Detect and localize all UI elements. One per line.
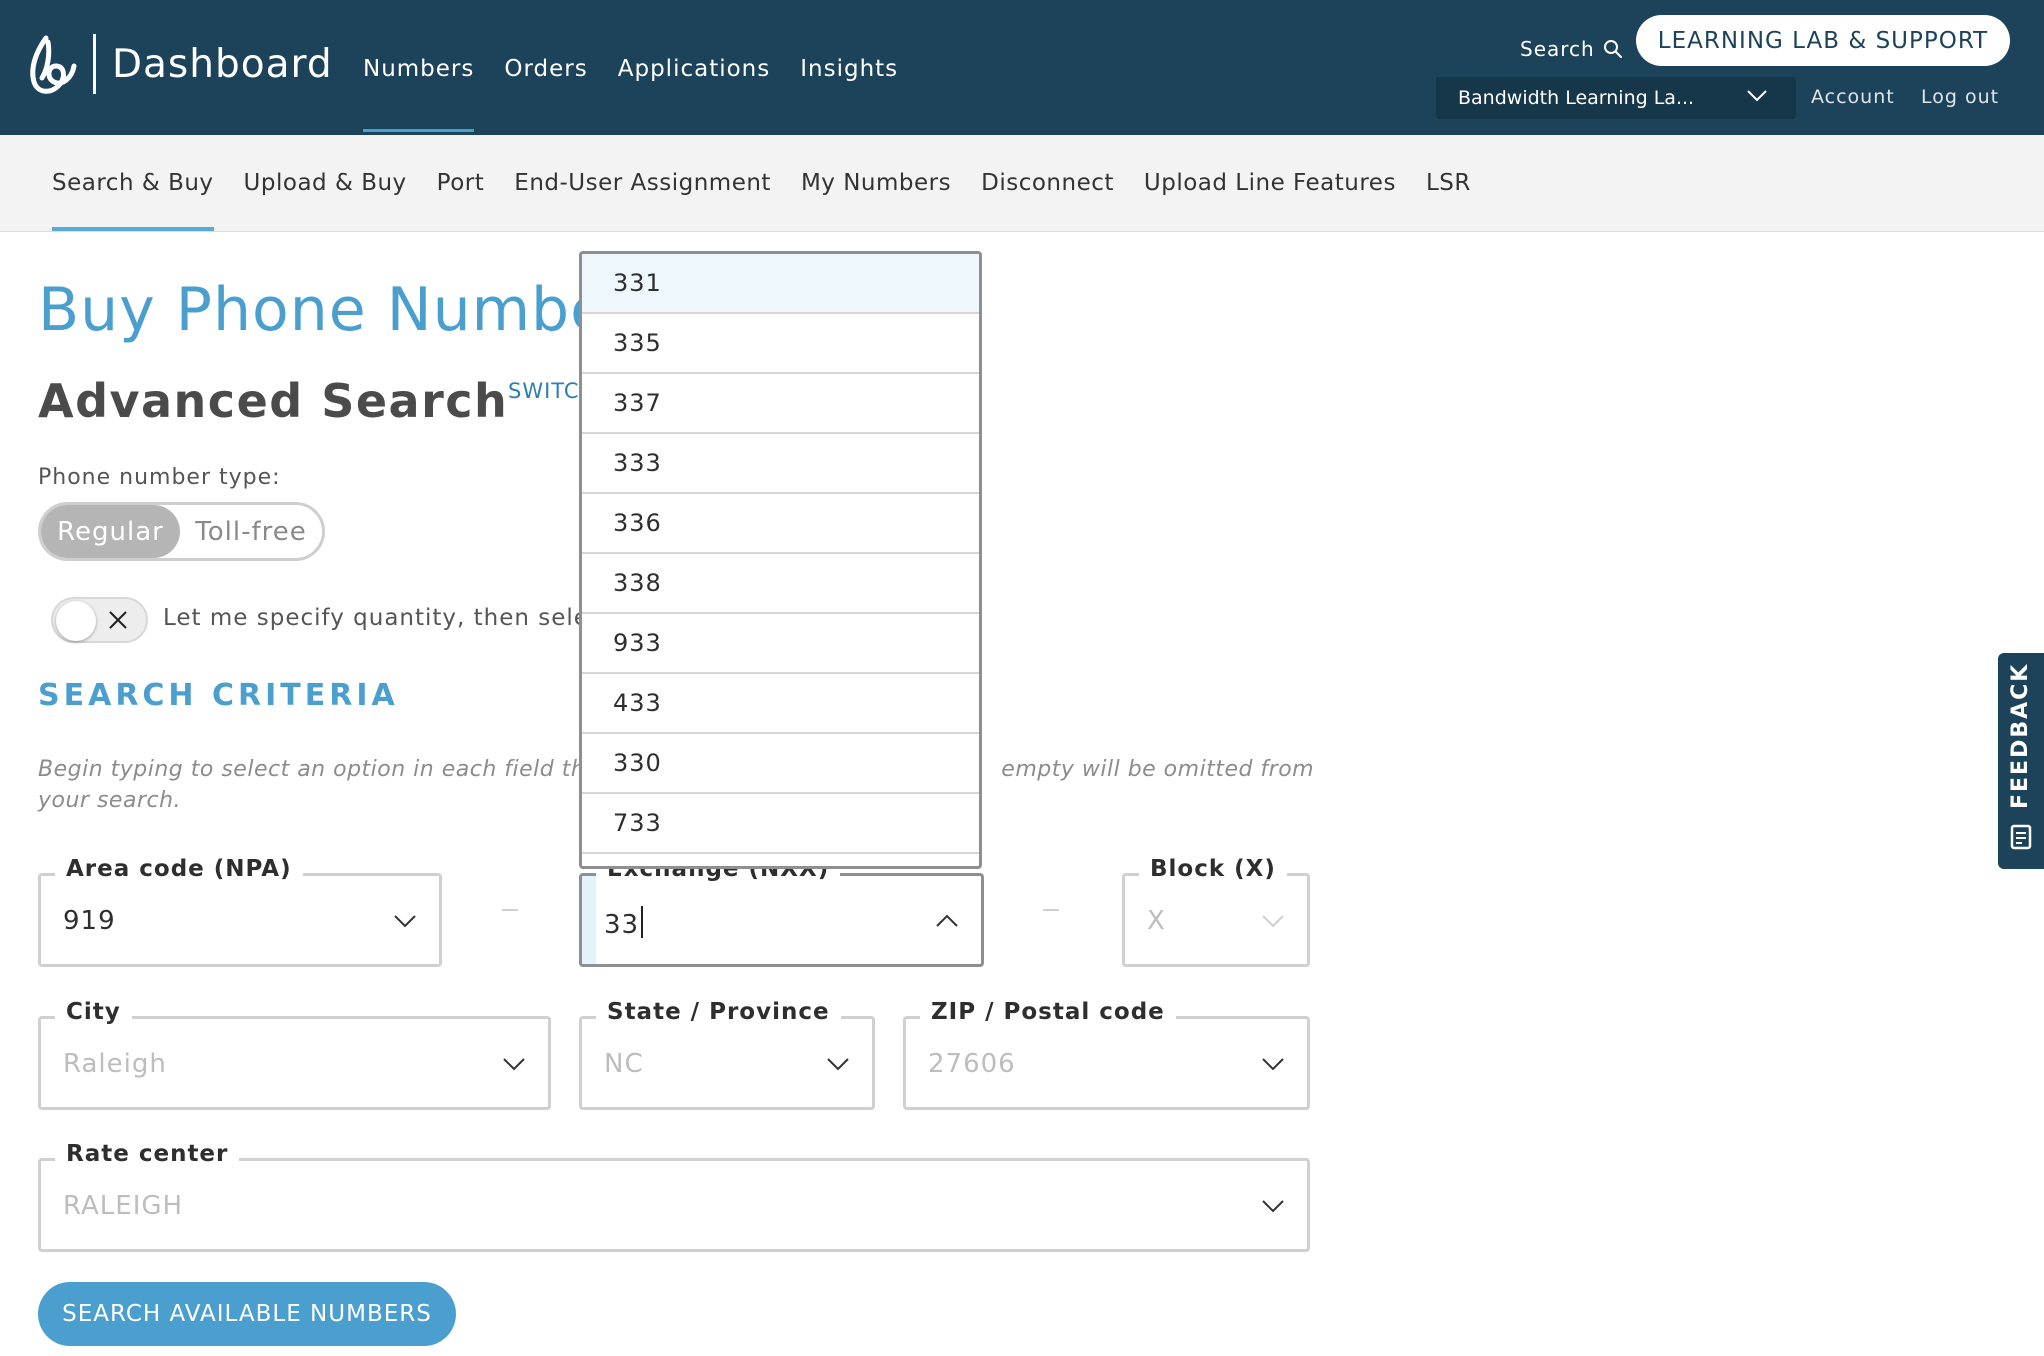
zip-label: ZIP / Postal code xyxy=(920,999,1176,1025)
dropdown-option[interactable]: 335 xyxy=(582,314,979,374)
chevron-down-icon xyxy=(1747,90,1767,102)
dropdown-option[interactable]: 337 xyxy=(582,374,979,434)
feedback-label: FEEDBACK xyxy=(2008,662,2033,809)
chevron-down-icon xyxy=(1262,1058,1284,1071)
area-code-field[interactable]: Area code (NPA) 919 xyxy=(38,856,442,967)
chevron-down-icon xyxy=(827,1058,849,1071)
subnav-disconnect[interactable]: Disconnect xyxy=(981,170,1114,196)
area-code-value: 919 xyxy=(63,906,116,936)
zip-placeholder: 27606 xyxy=(928,1049,1016,1079)
zip-field[interactable]: ZIP / Postal code 27606 xyxy=(903,999,1310,1110)
subnav-search-buy[interactable]: Search & Buy xyxy=(52,170,214,231)
account-selector[interactable]: Bandwidth Learning La... xyxy=(1436,77,1796,119)
top-header: Dashboard Numbers Orders Applications In… xyxy=(0,0,2044,135)
phone-type-toggle: Regular Toll-free xyxy=(38,502,325,561)
block-field[interactable]: Block (X) X xyxy=(1122,856,1310,967)
nav-numbers[interactable]: Numbers xyxy=(363,56,475,132)
state-placeholder: NC xyxy=(604,1049,644,1079)
area-code-label: Area code (NPA) xyxy=(55,856,303,882)
chevron-down-icon xyxy=(503,1058,525,1071)
page-title: Buy Phone Number xyxy=(38,275,634,345)
app-title[interactable]: Dashboard xyxy=(112,42,333,87)
learning-lab-support-button[interactable]: LEARNING LAB & SUPPORT xyxy=(1636,15,2010,66)
close-icon xyxy=(109,611,127,629)
block-label: Block (X) xyxy=(1139,856,1287,882)
chevron-up-icon xyxy=(936,914,958,927)
phone-type-label: Phone number type: xyxy=(38,465,281,490)
dropdown-option[interactable]: 333 xyxy=(582,434,979,494)
search-criteria-heading: SEARCH CRITERIA xyxy=(38,678,399,713)
dropdown-option[interactable]: 433 xyxy=(582,674,979,734)
logout-link[interactable]: Log out xyxy=(1921,86,1999,108)
account-selector-label: Bandwidth Learning La... xyxy=(1458,87,1695,109)
feedback-icon xyxy=(2010,824,2032,850)
focus-strip xyxy=(582,876,596,964)
text-caret xyxy=(641,906,644,938)
subnav-upload-line-features[interactable]: Upload Line Features xyxy=(1144,170,1396,196)
search-icon xyxy=(1603,40,1622,58)
exchange-dropdown-list: 331 335 337 333 336 338 933 433 330 733 xyxy=(579,251,982,869)
quantity-toggle-switch[interactable] xyxy=(51,597,148,643)
subnav-upload-buy[interactable]: Upload & Buy xyxy=(244,170,407,196)
account-link[interactable]: Account xyxy=(1811,86,1895,108)
rate-center-label: Rate center xyxy=(55,1141,240,1167)
chevron-down-icon xyxy=(1262,1200,1284,1213)
header-search-label: Search xyxy=(1520,37,1595,61)
quantity-toggle-label: Let me specify quantity, then select xyxy=(163,605,613,631)
sub-navigation: Search & Buy Upload & Buy Port End-User … xyxy=(0,135,2044,232)
chevron-down-icon xyxy=(394,915,416,928)
subnav-port[interactable]: Port xyxy=(437,170,485,196)
feedback-tab[interactable]: FEEDBACK xyxy=(1998,653,2044,869)
criteria-help-text-1: Begin typing to select an option in each… xyxy=(38,757,600,782)
nav-applications[interactable]: Applications xyxy=(618,56,771,82)
city-field[interactable]: City Raleigh xyxy=(38,999,551,1110)
section-title: Advanced Search xyxy=(38,374,509,428)
main-nav: Numbers Orders Applications Insights xyxy=(363,56,928,132)
dropdown-option[interactable]: 330 xyxy=(582,734,979,794)
dropdown-option[interactable]: 733 xyxy=(582,794,979,854)
rate-center-field[interactable]: Rate center RALEIGH xyxy=(38,1141,1310,1252)
search-available-numbers-button[interactable]: SEARCH AVAILABLE NUMBERS xyxy=(38,1282,456,1346)
block-placeholder: X xyxy=(1147,906,1166,936)
header-search-link[interactable]: Search xyxy=(1520,37,1623,61)
city-label: City xyxy=(55,999,132,1025)
chevron-down-icon xyxy=(1262,915,1284,928)
exchange-typed-text: 33 xyxy=(604,910,640,940)
bandwidth-logo-icon[interactable] xyxy=(26,34,78,96)
exchange-input-value[interactable]: 33 xyxy=(604,906,644,940)
dropdown-option[interactable]: 338 xyxy=(582,554,979,614)
logo-divider xyxy=(93,34,96,94)
exchange-field[interactable]: Exchange (NXX) 33 xyxy=(579,856,984,967)
subnav-end-user-assignment[interactable]: End-User Assignment xyxy=(514,170,771,196)
criteria-help-text-3: your search. xyxy=(38,788,182,813)
dropdown-option[interactable]: 336 xyxy=(582,494,979,554)
state-field[interactable]: State / Province NC xyxy=(579,999,875,1110)
separator-dash xyxy=(502,909,518,911)
rate-center-placeholder: RALEIGH xyxy=(63,1191,184,1221)
city-placeholder: Raleigh xyxy=(63,1049,167,1079)
dropdown-option[interactable]: 331 xyxy=(582,254,979,314)
nav-orders[interactable]: Orders xyxy=(504,56,587,82)
subnav-lsr[interactable]: LSR xyxy=(1426,170,1471,196)
criteria-help-text-2: empty will be omitted from xyxy=(1001,757,1315,782)
switch-search-mode-link[interactable]: SWITC xyxy=(508,379,580,403)
state-label: State / Province xyxy=(596,999,841,1025)
dropdown-option[interactable]: 933 xyxy=(582,614,979,674)
subnav-my-numbers[interactable]: My Numbers xyxy=(801,170,951,196)
phone-type-regular-option[interactable]: Regular xyxy=(41,505,180,558)
phone-type-toll-free-option[interactable]: Toll-free xyxy=(180,505,322,558)
toggle-knob xyxy=(56,601,96,641)
separator-dash xyxy=(1043,909,1059,911)
nav-insights[interactable]: Insights xyxy=(800,56,898,82)
